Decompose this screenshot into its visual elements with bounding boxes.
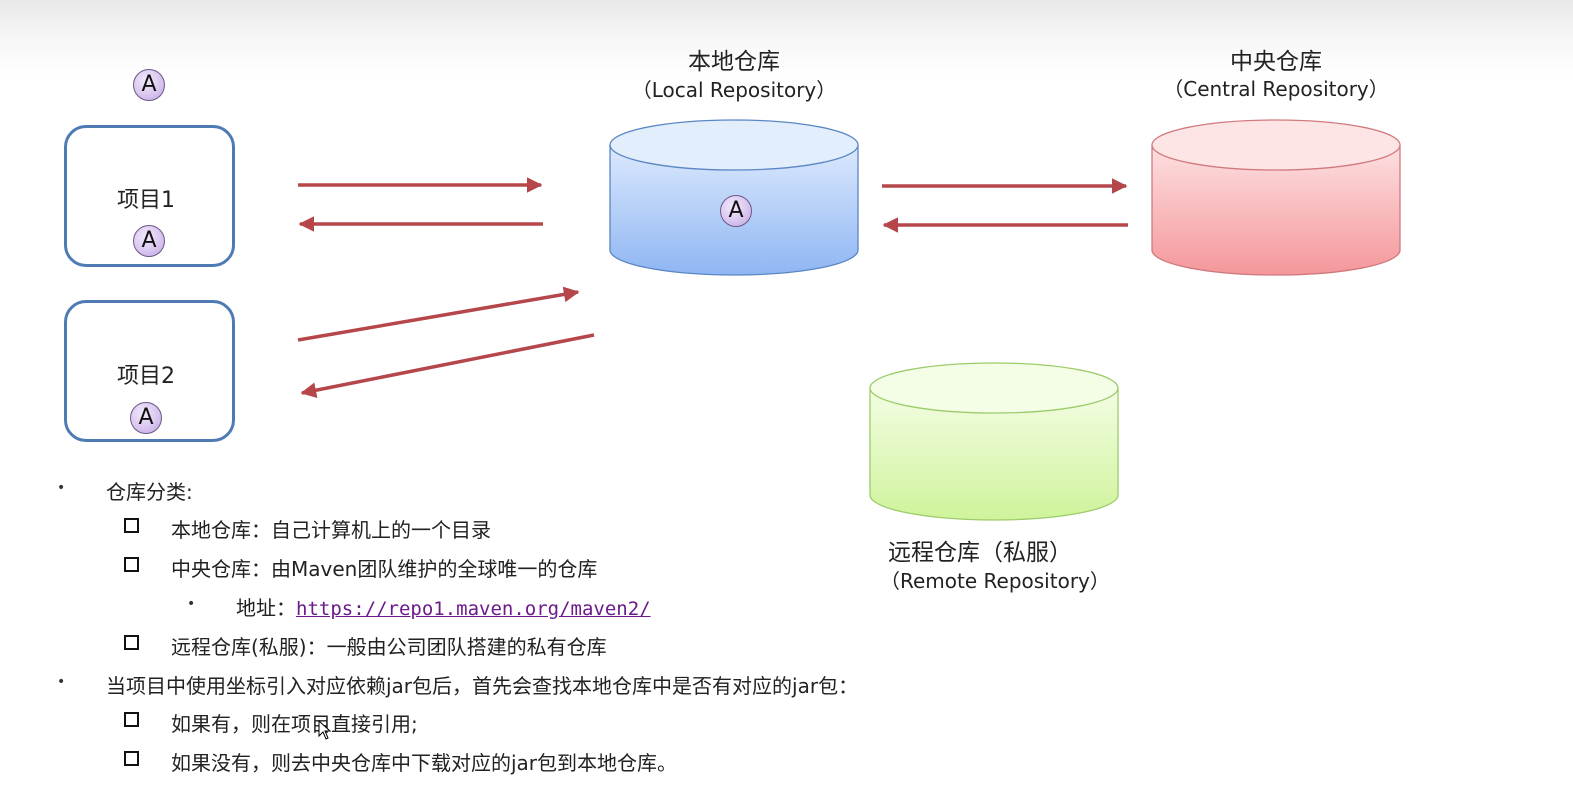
bullet-dot: • xyxy=(57,674,66,690)
note-local-repo: 本地仓库：自己计算机上的一个目录 xyxy=(171,518,491,542)
note-if-not-found: 如果没有，则去中央仓库中下载对应的jar包到本地仓库。 xyxy=(171,751,678,775)
artifact-a-badge-local: A xyxy=(720,195,752,227)
square-bullet xyxy=(124,751,139,766)
remote-repository-subtitle: （Remote Repository） xyxy=(880,569,1110,593)
central-repo-url-link[interactable]: https://repo1.maven.org/maven2/ xyxy=(296,598,651,620)
artifact-a-badge-top: A xyxy=(133,69,165,101)
square-bullet xyxy=(124,635,139,650)
square-bullet xyxy=(124,557,139,572)
square-bullet xyxy=(124,712,139,727)
address-label: 地址： xyxy=(236,596,296,620)
bullet-dot: • xyxy=(57,480,66,496)
project-2-label: 项目2 xyxy=(117,364,175,389)
bullet-dot: • xyxy=(187,596,196,612)
central-repository-subtitle: （Central Repository） xyxy=(1163,77,1389,101)
arrow-project2-to-local xyxy=(297,286,580,342)
remote-repository-title: 远程仓库（私服） xyxy=(888,540,1072,566)
note-central-repo: 中央仓库：由Maven团队维护的全球唯一的仓库 xyxy=(171,557,598,581)
mouse-cursor-icon xyxy=(318,720,332,740)
note-repo-categories: 仓库分类: xyxy=(106,480,193,504)
artifact-a-badge-project2: A xyxy=(130,402,162,434)
central-repository-cylinder xyxy=(1151,119,1401,276)
note-address: 地址：https://repo1.maven.org/maven2/ xyxy=(236,592,651,621)
artifact-a-badge-project1: A xyxy=(133,225,165,257)
arrow-local-to-project2 xyxy=(300,333,595,398)
note-remote-repo: 远程仓库(私服)：一般由公司团队搭建的私有仓库 xyxy=(171,635,607,659)
square-bullet xyxy=(124,518,139,533)
central-repository-title: 中央仓库 xyxy=(1230,49,1322,75)
local-repository-title: 本地仓库 xyxy=(688,49,780,75)
note-lookup-rule: 当项目中使用坐标引入对应依赖jar包后，首先会查找本地仓库中是否有对应的jar包… xyxy=(106,674,859,698)
project-1-label: 项目1 xyxy=(117,188,175,213)
remote-repository-cylinder xyxy=(869,362,1119,521)
note-if-found: 如果有，则在项目直接引用; xyxy=(171,712,418,736)
local-repository-subtitle: （Local Repository） xyxy=(631,78,837,102)
